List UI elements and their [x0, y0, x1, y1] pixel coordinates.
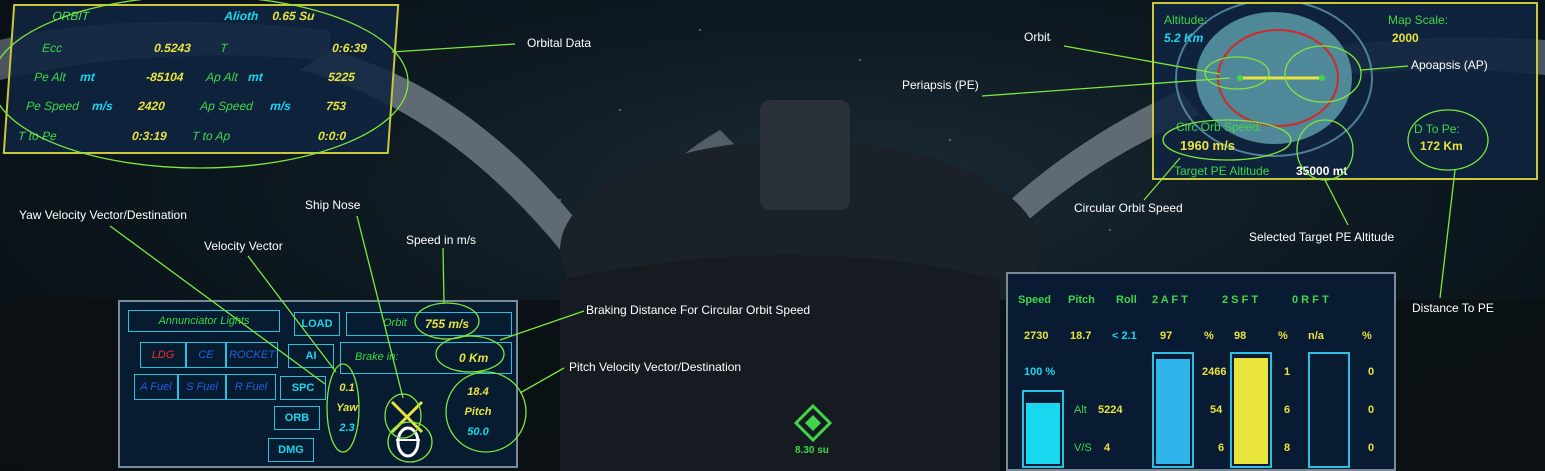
annotation-distance-to-pe: Distance To PE	[1412, 301, 1494, 315]
annotation-yaw-vector: Yaw Velocity Vector/Destination	[19, 208, 187, 222]
annotation-velocity-vector: Velocity Vector	[204, 239, 283, 253]
annotation-selected-target: Selected Target PE Altitude	[1249, 230, 1395, 244]
annotation-circ-orbit-speed: Circular Orbit Speed	[1074, 201, 1183, 215]
annotation-pitch-vector: Pitch Velocity Vector/Destination	[569, 360, 742, 374]
annotation-orbit: Orbit	[1024, 30, 1051, 44]
annotation-ship-nose: Ship Nose	[305, 198, 361, 212]
annotation-orbital-data: Orbital Data	[527, 36, 592, 50]
annotation-speed-ms: Speed in m/s	[406, 233, 477, 247]
annotation-periapsis: Periapsis (PE)	[902, 78, 979, 92]
annotation-apoapsis: Apoapsis (AP)	[1411, 58, 1488, 72]
annotation-braking: Braking Distance For Circular Orbit Spee…	[586, 303, 811, 317]
